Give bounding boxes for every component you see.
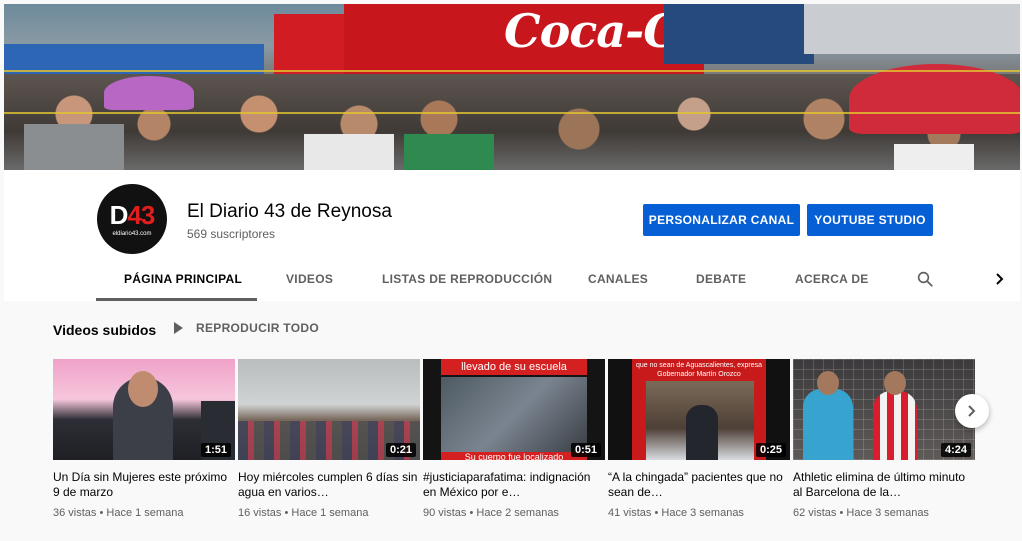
video-title[interactable]: Un Día sin Mujeres este próximo 9 de mar… — [53, 470, 235, 500]
banner-umbrella-purple — [104, 76, 194, 110]
banner-white-truck — [804, 4, 1020, 54]
thumb-caption-top: llevado de su escuela — [441, 359, 587, 375]
video-views: 36 vistas — [53, 507, 97, 519]
play-all-label: REPRODUCIR TODO — [196, 321, 319, 335]
video-views: 16 vistas — [238, 507, 282, 519]
video-title[interactable]: #justiciaparafatima: indignación en Méxi… — [423, 470, 605, 500]
banner-blue-truck — [664, 4, 814, 64]
thumb-figure — [686, 405, 718, 460]
banner-umbrella-red — [849, 64, 1020, 134]
tab-home[interactable]: PÁGINA PRINCIPAL — [124, 272, 242, 286]
tab-playlists[interactable]: LISTAS DE REPRODUCCIÓN — [382, 272, 552, 286]
video-thumbnail[interactable]: 4:24 — [793, 359, 975, 460]
customize-channel-button[interactable]: PERSONALIZAR CANAL — [643, 204, 800, 236]
video-age: Hace 1 semana — [291, 507, 369, 519]
video-age: Hace 1 semana — [106, 507, 184, 519]
subscriber-count: 569 suscriptores — [187, 227, 276, 241]
uploads-section: Videos subidos REPRODUCIR TODO 1:51 Un D… — [4, 301, 1020, 537]
video-card[interactable]: 1:51 Un Día sin Mujeres este próximo 9 d… — [53, 359, 235, 519]
video-card[interactable]: 0:21 Hoy miércoles cumplen 6 días sin ag… — [238, 359, 420, 519]
video-meta: 36 vistas • Hace 1 semana — [53, 507, 235, 519]
video-meta: 62 vistas • Hace 3 semanas — [793, 507, 975, 519]
video-views: 62 vistas — [793, 507, 837, 519]
search-icon[interactable] — [916, 270, 934, 288]
tab-about[interactable]: ACERCA DE — [795, 272, 869, 286]
avatar-site: eldiario43.com — [112, 230, 152, 237]
video-meta: 41 vistas • Hace 3 semanas — [608, 507, 790, 519]
meta-separator: • — [281, 507, 292, 519]
avatar-logo-text: D43 — [109, 199, 156, 230]
youtube-studio-button[interactable]: YOUTUBE STUDIO — [807, 204, 933, 236]
banner-person — [894, 144, 974, 170]
banner-truck-cab — [274, 14, 354, 74]
chevron-right-icon[interactable] — [994, 272, 1006, 286]
video-thumbnail[interactable]: 1:51 — [53, 359, 235, 460]
meta-separator: • — [96, 507, 107, 519]
channel-header: D43 eldiario43.com El Diario 43 de Reyno… — [4, 170, 1020, 301]
meta-separator: • — [651, 507, 662, 519]
video-duration: 0:25 — [755, 443, 786, 457]
video-duration: 0:51 — [570, 443, 601, 457]
video-views: 90 vistas — [423, 507, 467, 519]
video-thumbnail[interactable]: llevado de su escuela Su cuerpo fue loca… — [423, 359, 605, 460]
video-card[interactable]: que no sean de Aguascalientes, expresa G… — [608, 359, 790, 519]
channel-name: El Diario 43 de Reynosa — [187, 201, 392, 222]
video-duration: 4:24 — [940, 443, 971, 457]
section-title[interactable]: Videos subidos — [53, 322, 156, 338]
thumb-figure — [817, 371, 839, 395]
video-title[interactable]: Hoy miércoles cumplen 6 días sin agua en… — [238, 470, 420, 500]
video-age: Hace 3 semanas — [661, 507, 744, 519]
video-thumbnail[interactable]: 0:21 — [238, 359, 420, 460]
thumb-figure — [128, 371, 158, 407]
play-all-button[interactable]: REPRODUCIR TODO — [174, 321, 319, 335]
avatar-number: 43 — [127, 199, 155, 230]
carousel-next-button[interactable] — [955, 394, 989, 428]
video-thumbnail[interactable]: que no sean de Aguascalientes, expresa G… — [608, 359, 790, 460]
meta-separator: • — [466, 507, 477, 519]
video-title[interactable]: “A la chingada” pacientes que no sean de… — [608, 470, 790, 500]
thumb-scene — [441, 377, 587, 452]
video-card[interactable]: 4:24 Athletic elimina de último minuto a… — [793, 359, 975, 519]
banner-caution-tape — [4, 112, 1020, 114]
video-age: Hace 3 semanas — [846, 507, 929, 519]
thumb-caption-bottom: Su cuerpo fue localizado — [441, 452, 587, 460]
video-duration: 0:21 — [385, 443, 416, 457]
video-meta: 90 vistas • Hace 2 semanas — [423, 507, 605, 519]
youtube-channel-page: Coca-Cola D43 eldiario43.com El Diario 4… — [0, 0, 1022, 541]
channel-banner: Coca-Cola — [4, 4, 1020, 170]
channel-tabs: PÁGINA PRINCIPAL VIDEOS LISTAS DE REPROD… — [4, 262, 1020, 301]
video-card[interactable]: llevado de su escuela Su cuerpo fue loca… — [423, 359, 605, 519]
banner-caution-tape — [4, 70, 1020, 72]
channel-avatar[interactable]: D43 eldiario43.com — [97, 184, 167, 254]
tab-discussion[interactable]: DEBATE — [696, 272, 746, 286]
meta-separator: • — [836, 507, 847, 519]
video-age: Hace 2 semanas — [476, 507, 559, 519]
video-title[interactable]: Athletic elimina de último minuto al Bar… — [793, 470, 975, 500]
play-icon — [174, 322, 183, 334]
thumb-figure — [884, 371, 906, 395]
video-meta: 16 vistas • Hace 1 semana — [238, 507, 420, 519]
banner-person — [304, 134, 394, 170]
tab-channels[interactable]: CANALES — [588, 272, 648, 286]
thumb-figure — [803, 389, 853, 460]
banner-person — [24, 124, 124, 170]
tab-videos[interactable]: VIDEOS — [286, 272, 333, 286]
chevron-right-icon — [968, 405, 976, 417]
video-duration: 1:51 — [200, 443, 231, 457]
banner-person — [404, 134, 494, 170]
thumb-figure — [873, 391, 917, 460]
thumb-caption-top: que no sean de Aguascalientes, expresa G… — [635, 362, 763, 378]
avatar-letter: D — [109, 199, 129, 230]
video-views: 41 vistas — [608, 507, 652, 519]
